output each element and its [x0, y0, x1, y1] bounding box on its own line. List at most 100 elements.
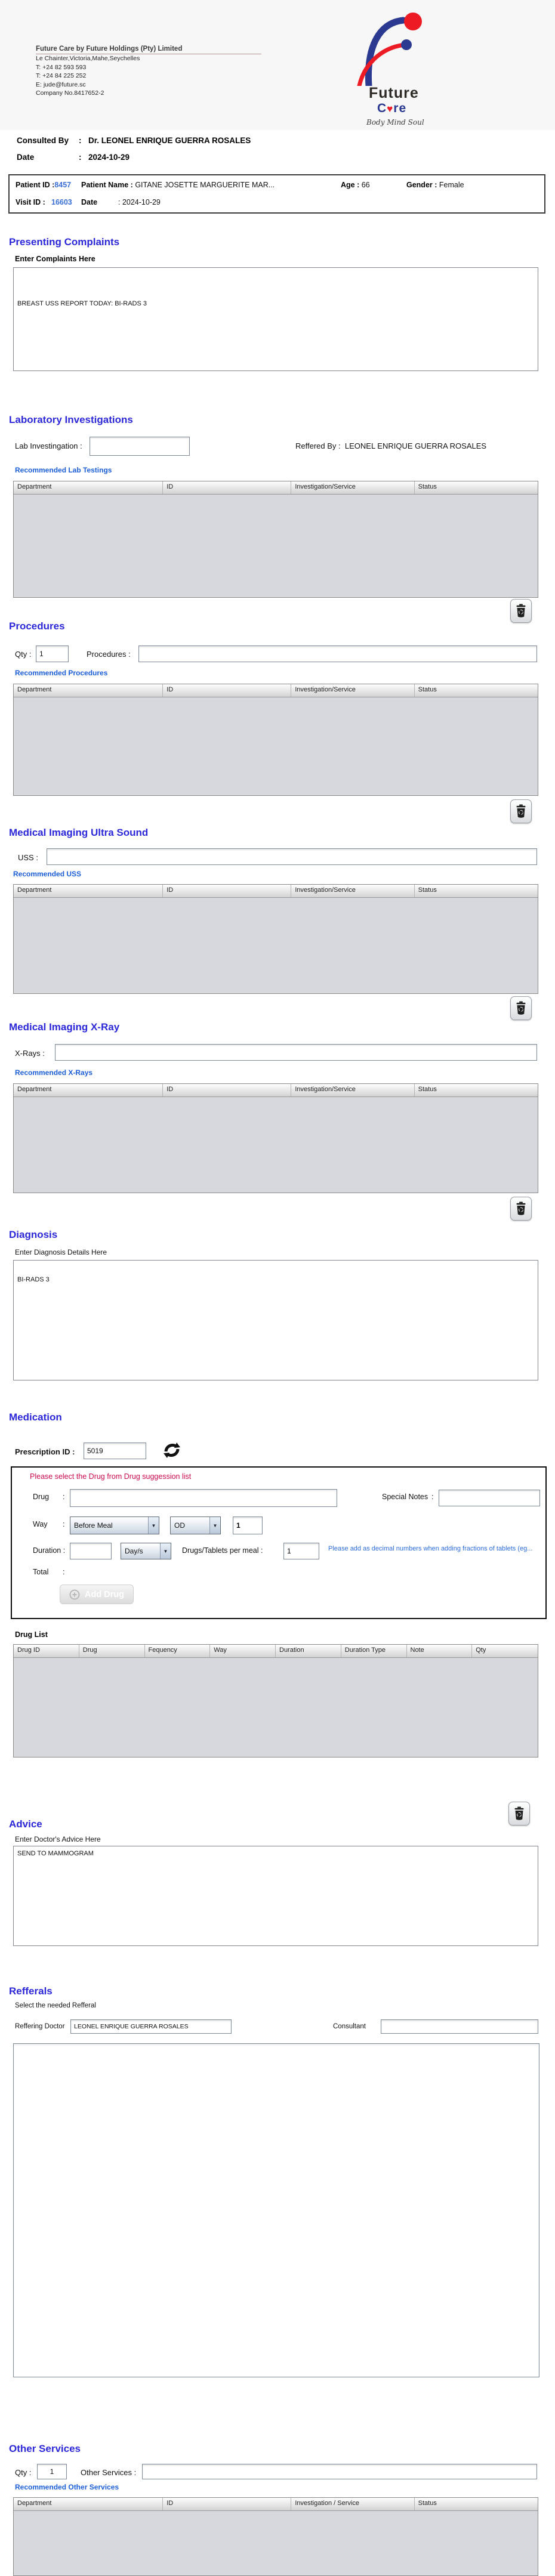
- prescription-refresh-button[interactable]: [161, 1440, 183, 1462]
- logo-word-future: Future: [369, 85, 419, 102]
- total-label: Total: [33, 1568, 48, 1576]
- column-header: Way: [210, 1645, 276, 1657]
- column-header: ID: [163, 2498, 291, 2510]
- section-title-other-services: Other Services: [9, 2443, 81, 2455]
- column-header: Drug ID: [14, 1645, 79, 1657]
- patient-gender: Gender : Female: [406, 181, 464, 189]
- consult-block: Consulted By:Dr. LEONEL ENRIQUE GUERRA R…: [17, 136, 251, 169]
- logo-swoosh-graphic: [346, 2, 436, 86]
- trash-icon: [515, 604, 527, 618]
- column-header: Qty: [472, 1645, 538, 1657]
- per-meal-input[interactable]: [283, 1543, 319, 1559]
- column-header: Department: [14, 1084, 163, 1097]
- chevron-down-icon: ▼: [148, 1517, 159, 1534]
- uss-field-label: USS :: [18, 853, 38, 862]
- column-header: Fequency: [145, 1645, 211, 1657]
- refresh-icon: [162, 1440, 182, 1460]
- consultation-page: { "colors": { "heading_blue": "#2b27d8",…: [0, 0, 555, 2571]
- duration-unit-select[interactable]: Day/s ▼: [121, 1543, 171, 1559]
- lab-clear-button[interactable]: [510, 599, 532, 623]
- drug-list-table: Drug ID Drug Fequency Way Duration Durat…: [13, 1644, 538, 1758]
- section-title-presenting-complaints: Presenting Complaints: [9, 236, 119, 248]
- chevron-down-icon: ▼: [160, 1543, 171, 1559]
- other-services-input[interactable]: [142, 2464, 537, 2479]
- patient-name: Patient Name : GITANE JOSETTE MARGUERITE…: [81, 181, 275, 189]
- trash-icon: [515, 1001, 527, 1015]
- company-number: Company No.8417652-2: [36, 89, 275, 98]
- drug-label: Drug: [33, 1493, 49, 1501]
- column-header: Department: [14, 2498, 163, 2510]
- complaints-textarea[interactable]: BREAST USS REPORT TODAY: BI-RADS 3: [13, 267, 538, 371]
- duration-input[interactable]: [70, 1543, 112, 1559]
- diagnosis-textarea[interactable]: BI-RADS 3: [13, 1260, 538, 1380]
- special-notes-label: Special Notes: [382, 1493, 428, 1501]
- column-header: Department: [14, 885, 163, 897]
- column-header: ID: [163, 1084, 291, 1097]
- column-header: Status: [415, 2498, 538, 2510]
- logo-word-care: C♥re: [377, 101, 406, 116]
- recommended-other-services-label: Recommended Other Services: [15, 2483, 119, 2491]
- procedures-clear-button[interactable]: [510, 799, 532, 823]
- plus-circle-icon: [69, 1589, 80, 1600]
- header-band: Future Care by Future Holdings (Pty) Lim…: [0, 0, 555, 130]
- column-header: Status: [415, 481, 538, 494]
- uss-clear-button[interactable]: [510, 996, 532, 1020]
- section-title-laboratory: Laboratory Investigations: [9, 414, 133, 426]
- decimal-fraction-note: Please add as decimal numbers when addin…: [328, 1545, 538, 1552]
- column-header: Note: [407, 1645, 473, 1657]
- procedures-input[interactable]: [138, 645, 537, 662]
- logo-tagline: Body Mind Soul: [366, 118, 424, 126]
- column-header: Duration Type: [341, 1645, 407, 1657]
- prescription-id-input[interactable]: [84, 1443, 146, 1459]
- consultant-label: Consultant: [333, 2023, 366, 2030]
- other-qty-input[interactable]: [37, 2464, 67, 2479]
- reffering-doctor-input[interactable]: [70, 2019, 232, 2034]
- consulted-by-label: Consulted By: [17, 136, 79, 145]
- consultant-input[interactable]: [381, 2019, 538, 2034]
- xray-input[interactable]: [55, 1044, 537, 1061]
- xray-table: Department ID Investigation/Service Stat…: [13, 1083, 538, 1193]
- section-title-refferals: Refferals: [9, 1985, 53, 1997]
- procedures-qty-label: Qty :: [15, 650, 31, 659]
- uss-input[interactable]: [47, 848, 537, 865]
- lab-field-label: Lab Investingation :: [15, 441, 82, 450]
- drug-list-clear-button[interactable]: [508, 1802, 530, 1826]
- medication-entry-panel: Please select the Drug from Drug suggess…: [11, 1466, 547, 1619]
- frequency-select[interactable]: OD ▼: [170, 1516, 221, 1534]
- column-header: Investigation/Service: [291, 684, 414, 697]
- column-header: Status: [415, 1084, 538, 1097]
- company-phone-1: T: +24 82 593 593: [36, 63, 275, 72]
- way-qty-input[interactable]: [233, 1516, 263, 1534]
- drug-list-table-header: Drug ID Drug Fequency Way Duration Durat…: [14, 1645, 538, 1658]
- advice-label: Enter Doctor's Advice Here: [15, 1835, 101, 1843]
- refferal-list-box[interactable]: [13, 2043, 539, 2377]
- column-header: Drug: [79, 1645, 145, 1657]
- visit-id: Visit ID :16603: [16, 198, 72, 206]
- patient-age: Age : 66: [341, 181, 370, 189]
- company-email: E: jude@future.sc: [36, 81, 275, 89]
- uss-table-header: Department ID Investigation/Service Stat…: [14, 885, 538, 898]
- meal-timing-select[interactable]: Before Meal ▼: [70, 1516, 159, 1534]
- xray-clear-button[interactable]: [510, 1197, 532, 1221]
- section-title-procedures: Procedures: [9, 620, 65, 632]
- company-address: Le Chainter,Victoria,Mahe,Seychelles: [36, 54, 275, 63]
- section-title-advice: Advice: [9, 1818, 42, 1830]
- company-title: Future Care by Future Holdings (Pty) Lim…: [36, 45, 261, 54]
- advice-textarea[interactable]: SEND TO MAMMOGRAM: [13, 1846, 538, 1946]
- uss-table: Department ID Investigation/Service Stat…: [13, 884, 538, 994]
- drug-input[interactable]: [70, 1489, 337, 1507]
- chevron-down-icon: ▼: [209, 1517, 220, 1534]
- add-drug-button[interactable]: Add Drug: [60, 1584, 134, 1604]
- visit-date: Date: 2024-10-29: [81, 198, 161, 206]
- company-phone-2: T: +24 84 225 252: [36, 72, 275, 81]
- section-title-diagnosis: Diagnosis: [9, 1229, 57, 1241]
- lab-table-header: Department ID Investigation/Service Stat…: [14, 481, 538, 495]
- column-header: Investigation/Service: [291, 1084, 414, 1097]
- lab-results-table: Department ID Investigation/Service Stat…: [13, 481, 538, 598]
- lab-investigation-input[interactable]: [90, 437, 190, 456]
- procedures-qty-input[interactable]: [36, 645, 69, 662]
- other-services-table-header: Department ID Investigation / Service St…: [14, 2498, 538, 2511]
- lab-referred-by: Reffered By : LEONEL ENRIQUE GUERRA ROSA…: [295, 441, 486, 450]
- trash-icon: [513, 1806, 525, 1821]
- special-notes-input[interactable]: [439, 1490, 540, 1506]
